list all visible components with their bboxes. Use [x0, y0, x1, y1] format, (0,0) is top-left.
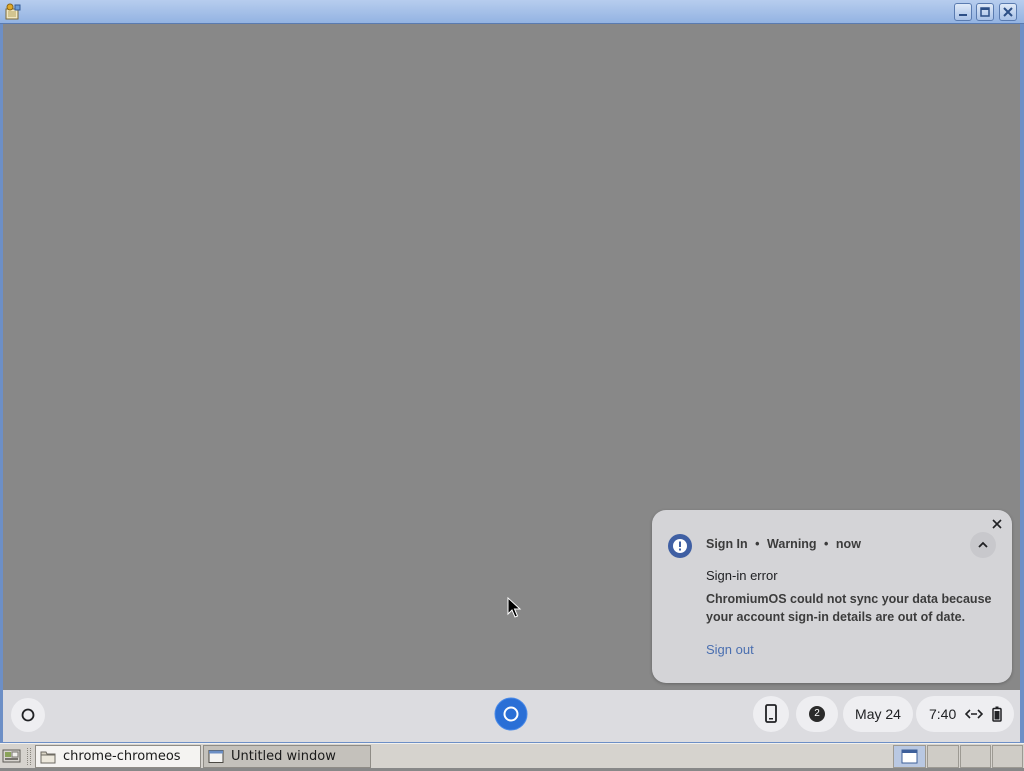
network-ethernet-icon: [965, 709, 983, 719]
taskbar-task-chrome-chromeos[interactable]: chrome-chromeos: [35, 745, 201, 768]
taskbar-handle[interactable]: [27, 748, 31, 765]
header-separator: •: [755, 537, 760, 551]
notification-time: now: [835, 537, 861, 551]
notification-severity: Warning: [767, 537, 817, 551]
workspace-3[interactable]: [960, 745, 991, 768]
chromium-app-icon[interactable]: [494, 697, 528, 731]
workspace-1[interactable]: [893, 745, 926, 768]
collapse-chevron-up-icon[interactable]: [970, 532, 996, 558]
status-area[interactable]: 7:40: [916, 696, 1014, 732]
task-label: chrome-chromeos: [63, 749, 181, 764]
phone-icon: [765, 704, 777, 723]
notification-center-button[interactable]: 2: [796, 696, 838, 732]
clock-time: 7:40: [929, 706, 957, 722]
notification-count-badge: 2: [809, 706, 825, 722]
chromeos-shelf: 2 May 24 7:40: [3, 690, 1020, 742]
chromeos-desktop: Sign In • Warning • now Sign-in error Ch…: [3, 24, 1020, 742]
phone-hub-button[interactable]: [753, 696, 789, 732]
minimize-button[interactable]: [954, 3, 972, 21]
notification-source: Sign In: [706, 537, 748, 551]
notification-title: Sign-in error: [706, 568, 778, 583]
taskbar-task-untitled-window[interactable]: Untitled window: [203, 745, 371, 768]
notification-header: Sign In • Warning • now: [706, 537, 861, 551]
date-tray[interactable]: May 24: [843, 696, 913, 732]
window-titlebar[interactable]: [0, 0, 1024, 24]
workspace-4[interactable]: [992, 745, 1023, 768]
sign-in-notification[interactable]: Sign In • Warning • now Sign-in error Ch…: [652, 510, 1012, 683]
notification-close-icon[interactable]: [990, 516, 1004, 530]
host-taskbar: chrome-chromeos Untitled window: [0, 743, 1024, 768]
mouse-pointer-icon: [507, 596, 523, 619]
workspace-window-icon: [901, 749, 918, 764]
x11-window: Sign In • Warning • now Sign-in error Ch…: [0, 0, 1024, 743]
workspace-2[interactable]: [927, 745, 959, 768]
launcher-button[interactable]: [11, 698, 45, 732]
header-separator: •: [824, 537, 829, 551]
show-desktop-icon[interactable]: [2, 747, 22, 765]
launcher-circle-icon: [21, 708, 35, 722]
notification-body: ChromiumOS could not sync your data beca…: [706, 592, 992, 624]
close-window-button[interactable]: [999, 3, 1017, 21]
battery-icon: [992, 706, 1002, 722]
window-icon: [208, 749, 224, 764]
sign-out-button[interactable]: Sign out: [706, 642, 754, 657]
task-label: Untitled window: [231, 749, 336, 764]
maximize-button[interactable]: [976, 3, 994, 21]
folder-icon: [40, 749, 56, 764]
warning-icon: [668, 534, 692, 558]
app-icon[interactable]: [4, 3, 22, 21]
